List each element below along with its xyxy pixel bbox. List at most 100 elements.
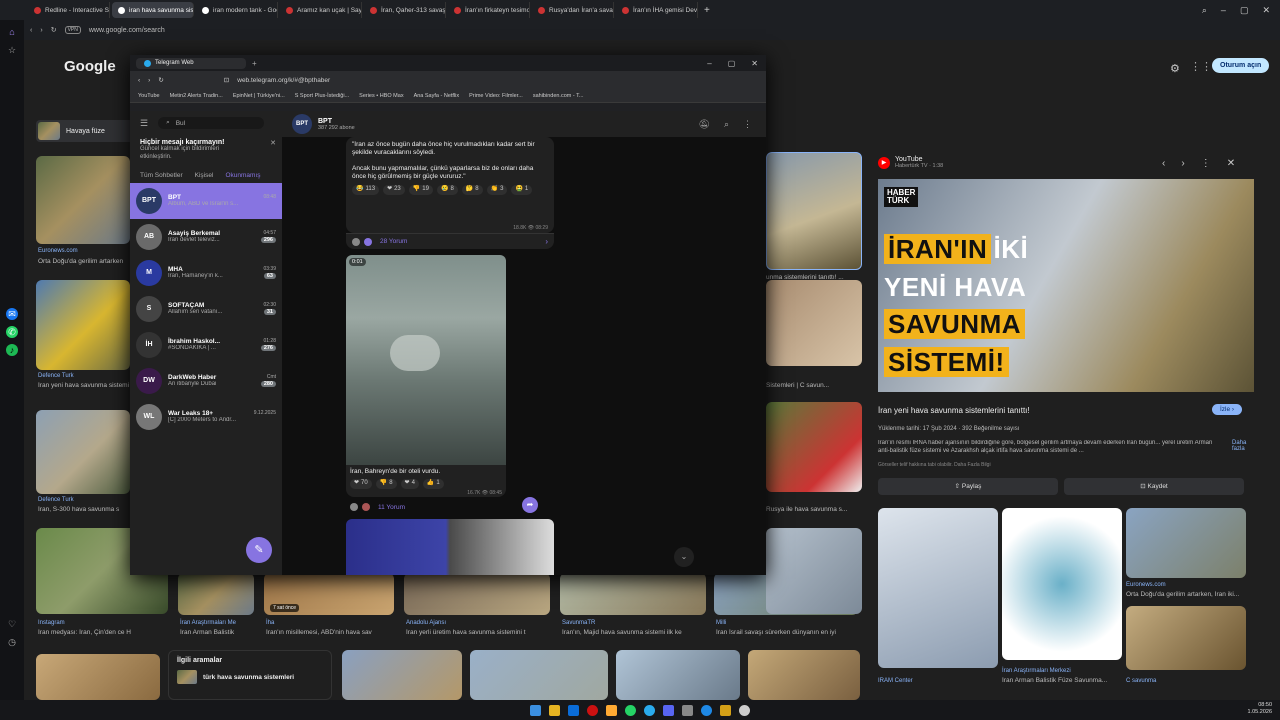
related-image[interactable] bbox=[878, 508, 998, 668]
new-tab-button[interactable]: + bbox=[704, 5, 710, 16]
browser-tab[interactable]: Rusya'dan İran'a savaş uç bbox=[532, 2, 614, 18]
related-caption[interactable]: Orta Doğu'da gerilim artarken, İran iki.… bbox=[1126, 591, 1246, 598]
signin-button[interactable]: Oturum açın bbox=[1212, 58, 1270, 73]
window-close-icon[interactable]: ✕ bbox=[751, 59, 758, 68]
site-info-icon[interactable]: ⊡ bbox=[224, 76, 229, 84]
window-maximize-icon[interactable]: ▢ bbox=[728, 59, 736, 68]
whatsapp-icon[interactable] bbox=[625, 704, 636, 716]
result-caption[interactable]: İran, S-300 hava savunma s bbox=[38, 506, 130, 513]
chat-row[interactable]: WL War Leaks 18+ 9.12.2025 [C] 2000 Meters … bbox=[130, 399, 282, 435]
bookmark-item[interactable]: Metin2 Alerts Tradin... bbox=[170, 93, 223, 99]
window-minimize-icon[interactable]: – bbox=[707, 59, 711, 68]
save-button[interactable]: ⊡ Kaydet bbox=[1064, 478, 1244, 495]
bookmark-item[interactable]: sahibinden.com - T... bbox=[533, 93, 584, 99]
bookmark-item[interactable]: Ana Sayfa - Netflix bbox=[414, 93, 460, 99]
result-caption[interactable]: İran'ın, Majid hava savunma sistemi ilk … bbox=[562, 629, 706, 636]
related-image[interactable] bbox=[1126, 606, 1246, 670]
reload-icon[interactable]: ↻ bbox=[158, 76, 163, 84]
telegram-icon[interactable] bbox=[644, 704, 655, 716]
comments-link[interactable]: 28 Yorum › bbox=[346, 233, 554, 249]
result-image[interactable] bbox=[766, 402, 862, 492]
result-image[interactable] bbox=[404, 573, 550, 615]
result-image[interactable] bbox=[766, 280, 862, 366]
result-caption[interactable]: Rusya ile hava savunma s... bbox=[766, 506, 862, 513]
filter-tab[interactable]: Kişisel bbox=[195, 172, 214, 179]
result-caption[interactable]: Sistemleri | C savun... bbox=[766, 382, 862, 389]
url-text[interactable]: www.google.com/search bbox=[89, 27, 165, 34]
result-image[interactable] bbox=[36, 654, 160, 700]
mail-icon[interactable] bbox=[568, 704, 579, 716]
filter-tab[interactable]: Okunmamış bbox=[225, 172, 260, 179]
chat-row[interactable]: S SOFTAÇAM 02:30 Allahım sen vatanı... 31 bbox=[130, 291, 282, 327]
opera-icon[interactable] bbox=[587, 704, 598, 716]
bookmark-item[interactable]: YouTube bbox=[138, 93, 160, 99]
chat-row[interactable]: İH İbrahim Haskol... 01:28 #SONDAKİKA | ...… bbox=[130, 327, 282, 363]
related-search-item[interactable]: türk hava savunma sistemleri bbox=[169, 670, 331, 684]
forward-icon[interactable]: › bbox=[148, 77, 150, 84]
result-caption[interactable]: İran yerli üretim hava savunma sistemini… bbox=[406, 629, 550, 636]
reaction-chip[interactable]: 😂 113 bbox=[352, 185, 380, 195]
result-image[interactable] bbox=[766, 528, 862, 614]
browser-tab[interactable]: Redline - Interactive Stori bbox=[28, 2, 110, 18]
compose-button[interactable]: ✎ bbox=[246, 537, 272, 563]
reaction-chip[interactable]: ❤ 70 bbox=[350, 479, 372, 489]
chat-row[interactable]: BPT BPT 08:48 Albüm, ABD ve İsrail'in s... bbox=[130, 182, 282, 219]
scroll-down-button[interactable]: ⌄ bbox=[674, 547, 694, 567]
more-icon[interactable]: ⋮ bbox=[743, 119, 752, 130]
calculator-icon[interactable] bbox=[682, 704, 693, 716]
browser-tab[interactable]: İran, Qaher-313 savaş uç bbox=[364, 2, 446, 18]
close-icon[interactable]: ✕ bbox=[1262, 5, 1270, 16]
previous-icon[interactable]: ‹ bbox=[1162, 158, 1165, 169]
reaction-chip[interactable]: 👎 8 bbox=[375, 479, 397, 489]
reaction-chip[interactable]: 👏 3 bbox=[486, 185, 508, 195]
star-icon[interactable]: ☆ bbox=[6, 44, 18, 56]
visit-button[interactable]: İzle › bbox=[1212, 404, 1243, 415]
result-image[interactable] bbox=[178, 573, 254, 615]
preview-title[interactable]: İran yeni hava savunma sistemlerini tanı… bbox=[878, 406, 1030, 415]
related-image[interactable] bbox=[1002, 508, 1122, 660]
apps-grid-icon[interactable]: ⋮⋮ bbox=[1190, 60, 1212, 73]
search-icon[interactable]: ⌕ bbox=[1202, 5, 1207, 16]
spotify-icon[interactable]: ♪ bbox=[6, 344, 18, 356]
reaction-chip[interactable]: 😢 8 bbox=[436, 185, 458, 195]
heart-icon[interactable]: ♡ bbox=[6, 618, 18, 630]
clock[interactable]: 08:50 1.05.2026 bbox=[1248, 702, 1272, 716]
settings-icon[interactable] bbox=[739, 704, 750, 716]
bookmark-item[interactable]: Series • HBO Max bbox=[359, 93, 403, 99]
browser-tab[interactable]: iran hava savunma sistem bbox=[112, 2, 194, 18]
video-thumbnail[interactable]: 0:01 bbox=[346, 255, 506, 465]
result-image[interactable] bbox=[560, 573, 706, 615]
maximize-icon[interactable]: ▢ bbox=[1240, 5, 1249, 16]
chat-row[interactable]: DW DarkWeb Haber Cmt An itibariyle Dubai 280 bbox=[130, 363, 282, 399]
settings-gear-icon[interactable]: ⚙ bbox=[1170, 62, 1180, 75]
reaction-chip[interactable]: ❤ 23 bbox=[383, 185, 405, 195]
close-panel-icon[interactable]: ✕ bbox=[1227, 158, 1235, 169]
channel-header[interactable]: BPT BPT 387 292 abone 🔕︎ ⌕ ⋮ bbox=[282, 111, 766, 137]
browser-tab[interactable]: Aramız kan uçak | Sayfa 4 bbox=[280, 2, 362, 18]
comments-link[interactable]: 11 Yorum bbox=[346, 499, 506, 515]
bookmark-item[interactable]: Prime Video: Filmler... bbox=[469, 93, 523, 99]
browser-tab[interactable]: iran modern tank - Googl bbox=[196, 2, 278, 18]
minimize-icon[interactable]: – bbox=[1221, 5, 1226, 16]
result-image[interactable] bbox=[616, 650, 740, 700]
filter-tab[interactable]: Tüm Sohbetler bbox=[140, 172, 183, 179]
discord-icon[interactable] bbox=[663, 704, 674, 716]
result-image[interactable] bbox=[748, 650, 860, 700]
file-explorer-icon[interactable] bbox=[549, 704, 560, 716]
search-icon[interactable]: ⌕ bbox=[724, 119, 729, 130]
result-image[interactable] bbox=[470, 650, 608, 700]
result-image[interactable] bbox=[36, 156, 130, 244]
brave-icon[interactable] bbox=[606, 704, 617, 716]
history-icon[interactable]: ◷ bbox=[6, 636, 18, 648]
result-caption[interactable]: İran'ın misillemesi, ABD'nin hava sav bbox=[266, 629, 394, 636]
forward-icon[interactable]: › bbox=[40, 27, 42, 34]
dismiss-notice-icon[interactable]: ✕ bbox=[270, 139, 276, 147]
more-link[interactable]: Daha fazla bbox=[1232, 440, 1256, 452]
result-caption[interactable]: İran yeni hava savunma sistemi bbox=[38, 382, 130, 389]
share-forward-button[interactable]: ➦ bbox=[522, 497, 538, 513]
result-caption[interactable]: İran Arman Balistik bbox=[180, 629, 260, 636]
back-icon[interactable]: ‹ bbox=[30, 27, 32, 34]
result-image[interactable] bbox=[36, 280, 130, 370]
reaction-chip[interactable]: ❤ 4 bbox=[400, 479, 419, 489]
reaction-chip[interactable]: 👎 19 bbox=[408, 185, 433, 195]
